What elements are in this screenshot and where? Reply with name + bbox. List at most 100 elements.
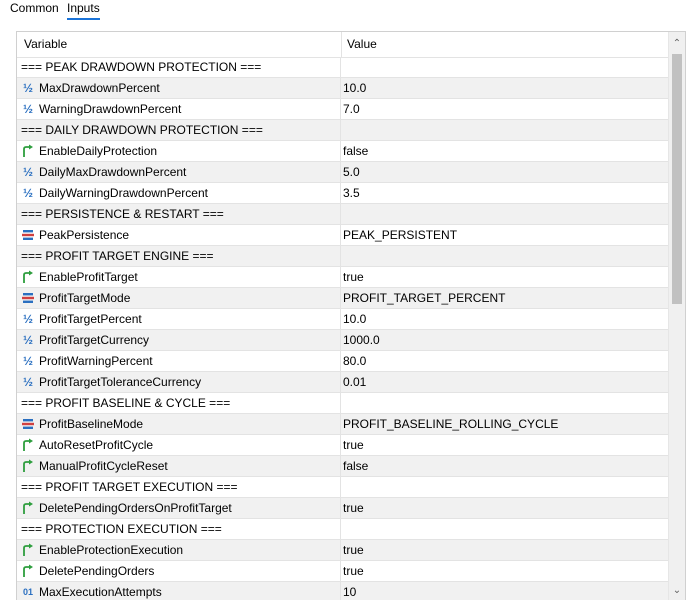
variable-name: DeletePendingOrders: [39, 564, 155, 578]
variable-cell: ½ ProfitTargetCurrency: [17, 330, 341, 350]
parameter-row[interactable]: ½ ProfitTargetToleranceCurrency 0.01: [17, 372, 668, 393]
variable-name: DailyWarningDrawdownPercent: [39, 186, 208, 200]
value-cell[interactable]: false: [343, 141, 368, 161]
section-row[interactable]: === PEAK DRAWDOWN PROTECTION ===: [17, 57, 668, 78]
scroll-down-arrow-icon[interactable]: ⌄: [669, 582, 685, 599]
enum-type-icon: [21, 228, 35, 242]
column-header-variable[interactable]: Variable: [24, 32, 67, 57]
column-separator[interactable]: [341, 32, 342, 57]
parameter-row[interactable]: 01 MaxExecutionAttempts 10: [17, 582, 668, 600]
parameter-row[interactable]: ½ MaxDrawdownPercent 10.0: [17, 78, 668, 99]
section-label: === PEAK DRAWDOWN PROTECTION ===: [21, 60, 262, 74]
variable-name: EnableDailyProtection: [39, 144, 158, 158]
parameter-row[interactable]: ½ ProfitTargetCurrency 1000.0: [17, 330, 668, 351]
variable-cell: ProfitTargetMode: [17, 288, 341, 308]
variable-name: DeletePendingOrdersOnProfitTarget: [39, 501, 232, 515]
variable-name: ProfitTargetToleranceCurrency: [39, 375, 202, 389]
parameter-row[interactable]: DeletePendingOrdersOnProfitTarget true: [17, 498, 668, 519]
section-row[interactable]: === DAILY DRAWDOWN PROTECTION ===: [17, 120, 668, 141]
double-type-icon: ½: [22, 375, 33, 389]
section-row[interactable]: === PROFIT TARGET EXECUTION ===: [17, 477, 668, 498]
parameter-row[interactable]: ½ DailyWarningDrawdownPercent 3.5: [17, 183, 668, 204]
section-row[interactable]: === PROFIT TARGET ENGINE ===: [17, 246, 668, 267]
inputs-grid-panel: Variable Value === PEAK DRAWDOWN PROTECT…: [16, 31, 686, 600]
parameter-row[interactable]: AutoResetProfitCycle true: [17, 435, 668, 456]
variable-cell: === PERSISTENCE & RESTART ===: [17, 204, 341, 224]
value-cell[interactable]: 5.0: [343, 162, 360, 182]
enum-type-icon: [21, 417, 35, 431]
variable-cell: === PROTECTION EXECUTION ===: [17, 519, 341, 539]
variable-name: ProfitTargetPercent: [39, 312, 142, 326]
tab-common[interactable]: Common: [10, 0, 59, 18]
value-cell[interactable]: true: [343, 561, 364, 581]
value-cell[interactable]: 10.0: [343, 78, 366, 98]
parameter-row[interactable]: EnableProtectionExecution true: [17, 540, 668, 561]
value-cell[interactable]: 0.01: [343, 372, 366, 392]
grid-header: Variable Value: [17, 32, 668, 58]
double-type-icon: ½: [22, 81, 33, 95]
value-cell[interactable]: true: [343, 435, 364, 455]
variable-cell: 01 MaxExecutionAttempts: [17, 582, 341, 600]
vertical-scrollbar[interactable]: ⌃ ⌄: [668, 32, 685, 600]
parameter-row[interactable]: EnableDailyProtection false: [17, 141, 668, 162]
parameter-row[interactable]: DeletePendingOrders true: [17, 561, 668, 582]
variable-name: WarningDrawdownPercent: [39, 102, 182, 116]
parameter-row[interactable]: ½ ProfitWarningPercent 80.0: [17, 351, 668, 372]
section-row[interactable]: === PROTECTION EXECUTION ===: [17, 519, 668, 540]
scroll-up-arrow-icon[interactable]: ⌃: [669, 35, 685, 52]
parameter-row[interactable]: EnableProfitTarget true: [17, 267, 668, 288]
column-header-value[interactable]: Value: [347, 32, 377, 57]
bool-type-icon: [21, 144, 35, 158]
section-label: === PROFIT TARGET ENGINE ===: [21, 249, 214, 263]
parameter-row[interactable]: ½ DailyMaxDrawdownPercent 5.0: [17, 162, 668, 183]
value-cell[interactable]: 7.0: [343, 99, 360, 119]
variable-cell: PeakPersistence: [17, 225, 341, 245]
variable-cell: === PEAK DRAWDOWN PROTECTION ===: [17, 57, 341, 77]
variable-cell: ½ ProfitTargetToleranceCurrency: [17, 372, 341, 392]
value-cell[interactable]: true: [343, 540, 364, 560]
variable-cell: ManualProfitCycleReset: [17, 456, 341, 476]
value-cell[interactable]: 1000.0: [343, 330, 380, 350]
variable-name: AutoResetProfitCycle: [39, 438, 154, 452]
value-cell[interactable]: true: [343, 498, 364, 518]
tab-bar: Common Inputs: [0, 0, 686, 22]
parameter-row[interactable]: ProfitBaselineMode PROFIT_BASELINE_ROLLIN…: [17, 414, 668, 435]
variable-cell: DeletePendingOrders: [17, 561, 341, 581]
value-cell[interactable]: 3.5: [343, 183, 360, 203]
parameter-row[interactable]: ½ ProfitTargetPercent 10.0: [17, 309, 668, 330]
section-row[interactable]: === PERSISTENCE & RESTART ===: [17, 204, 668, 225]
value-cell[interactable]: PEAK_PERSISTENT: [343, 225, 457, 245]
parameter-row[interactable]: ManualProfitCycleReset false: [17, 456, 668, 477]
variable-cell: ½ DailyMaxDrawdownPercent: [17, 162, 341, 182]
variable-cell: === PROFIT TARGET EXECUTION ===: [17, 477, 341, 497]
parameter-row[interactable]: ½ WarningDrawdownPercent 7.0: [17, 99, 668, 120]
section-row[interactable]: === PROFIT BASELINE & CYCLE ===: [17, 393, 668, 414]
bool-type-icon: [21, 270, 35, 284]
value-cell[interactable]: 10.0: [343, 309, 366, 329]
variable-name: EnableProfitTarget: [39, 270, 138, 284]
variable-name: PeakPersistence: [39, 228, 130, 242]
section-label: === DAILY DRAWDOWN PROTECTION ===: [21, 123, 263, 137]
bool-type-icon: [21, 459, 35, 473]
parameter-row[interactable]: ProfitTargetMode PROFIT_TARGET_PERCENT: [17, 288, 668, 309]
variable-cell: === PROFIT BASELINE & CYCLE ===: [17, 393, 341, 413]
scrollbar-thumb[interactable]: [672, 54, 682, 304]
section-label: === PROTECTION EXECUTION ===: [21, 522, 222, 536]
variable-cell: ProfitBaselineMode: [17, 414, 341, 434]
variable-name: ProfitBaselineMode: [39, 417, 144, 431]
parameter-row[interactable]: PeakPersistence PEAK_PERSISTENT: [17, 225, 668, 246]
value-cell[interactable]: PROFIT_TARGET_PERCENT: [343, 288, 505, 308]
section-label: === PERSISTENCE & RESTART ===: [21, 207, 224, 221]
variable-cell: ½ DailyWarningDrawdownPercent: [17, 183, 341, 203]
value-cell[interactable]: 80.0: [343, 351, 366, 371]
value-cell[interactable]: true: [343, 267, 364, 287]
value-cell[interactable]: 10: [343, 582, 356, 600]
value-cell[interactable]: false: [343, 456, 368, 476]
value-cell[interactable]: PROFIT_BASELINE_ROLLING_CYCLE: [343, 414, 558, 434]
double-type-icon: ½: [22, 186, 33, 200]
variable-name: ManualProfitCycleReset: [39, 459, 168, 473]
section-label: === PROFIT TARGET EXECUTION ===: [21, 480, 238, 494]
int-type-icon: 01: [22, 587, 33, 597]
variable-name: ProfitWarningPercent: [39, 354, 153, 368]
tab-inputs[interactable]: Inputs: [67, 0, 100, 20]
